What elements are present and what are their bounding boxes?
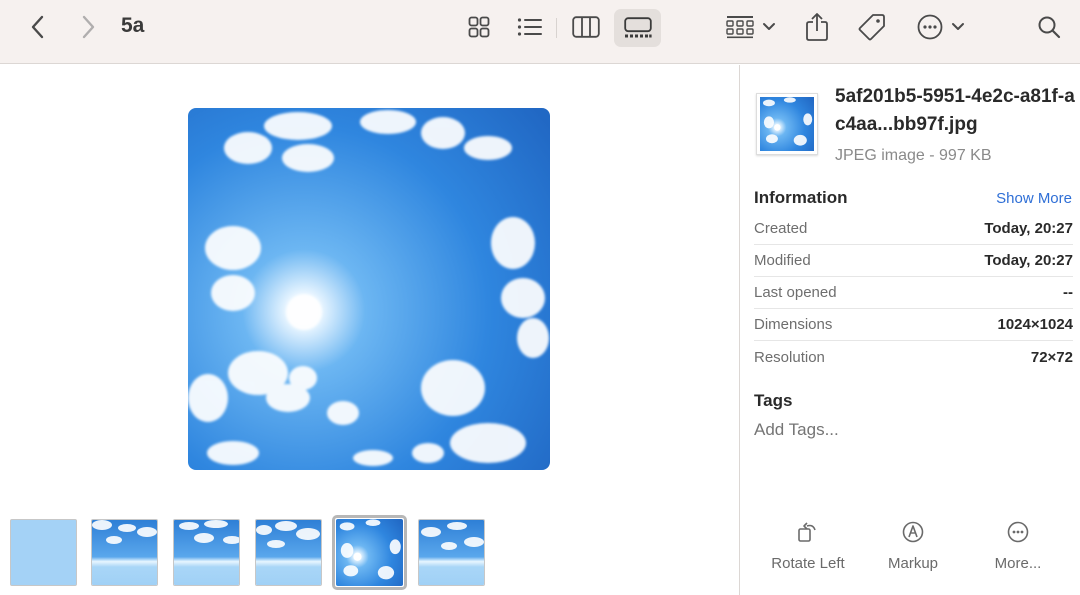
quick-actions: Rotate Left Markup More... [740, 517, 1080, 577]
chevron-right-icon [82, 15, 95, 39]
info-key: Dimensions [754, 316, 833, 333]
chevron-left-icon [31, 15, 44, 39]
add-tags-input[interactable] [754, 420, 1054, 440]
thumbnail-image [336, 519, 403, 586]
tag-icon [858, 14, 885, 41]
markup-button[interactable]: Markup [863, 517, 963, 572]
rotate-left-icon [798, 522, 816, 542]
toolbar: 5a [0, 0, 1080, 64]
more-icon [1007, 521, 1029, 543]
tag-button[interactable] [855, 10, 889, 44]
image-preview[interactable] [188, 108, 550, 470]
info-row-dimensions: Dimensions 1024×1024 [754, 309, 1073, 341]
share-icon [806, 13, 828, 41]
share-button[interactable] [801, 9, 833, 45]
thumbnail-6[interactable] [418, 519, 485, 586]
thumbnail-3[interactable] [173, 519, 240, 586]
info-row-created: Created Today, 20:27 [754, 213, 1073, 245]
group-button[interactable] [722, 11, 780, 43]
more-actions-label: More... [994, 555, 1042, 572]
thumbnail-image [174, 520, 239, 585]
sky-image [188, 108, 550, 470]
search-button[interactable] [1033, 11, 1065, 43]
thumbnail-image [92, 520, 157, 585]
markup-label: Markup [887, 555, 939, 572]
toolbar-separator [556, 18, 557, 38]
gallery-view-button[interactable] [614, 9, 661, 47]
thumbnail-2[interactable] [91, 519, 158, 586]
info-row-modified: Modified Today, 20:27 [754, 245, 1073, 277]
info-value: Today, 20:27 [984, 220, 1073, 237]
thumbnail-image [256, 520, 321, 585]
file-name: 5af201b5-5951-4e2c-a81f-ac4aa...bb97f.jp… [835, 86, 1075, 135]
info-key: Resolution [754, 348, 825, 366]
info-key: Last opened [754, 284, 837, 301]
thumbnail-4[interactable] [255, 519, 322, 586]
info-value: Today, 20:27 [984, 252, 1073, 269]
file-thumbnail-image [760, 97, 814, 151]
more-actions-button[interactable]: More... [968, 517, 1068, 572]
info-key: Modified [754, 252, 811, 269]
more-icon [917, 14, 943, 40]
gallery-pane [0, 65, 739, 595]
column-view-icon [572, 16, 600, 38]
list-view-icon [517, 18, 542, 36]
search-icon [1038, 16, 1061, 39]
information-table: Created Today, 20:27 Modified Today, 20:… [754, 213, 1073, 373]
chevron-down-icon [952, 23, 964, 30]
preview-inspector: 5af201b5-5951-4e2c-a81f-ac4aa...bb97f.jp… [740, 65, 1080, 595]
info-value: 1024×1024 [997, 316, 1074, 333]
group-icon [726, 16, 754, 39]
info-row-resolution: Resolution 72×72 [754, 341, 1073, 373]
markup-icon [902, 521, 924, 543]
file-kind: JPEG image - 997 KB [835, 147, 992, 164]
column-view-button[interactable] [567, 11, 605, 43]
information-heading: Information [754, 188, 848, 207]
thumbnail-strip [0, 515, 739, 595]
rotate-left-label: Rotate Left [771, 555, 845, 572]
info-key: Created [754, 220, 808, 237]
icon-view-button[interactable] [463, 11, 495, 43]
thumbnail-image [419, 520, 484, 585]
back-button[interactable] [22, 12, 54, 42]
gallery-view-icon [623, 17, 652, 38]
thumbnail-1[interactable] [10, 519, 77, 586]
rotate-left-button[interactable]: Rotate Left [758, 517, 858, 572]
grid-view-icon [468, 16, 490, 38]
action-button[interactable] [913, 11, 969, 43]
folder-title: 5a [121, 14, 145, 37]
chevron-down-icon [763, 23, 775, 30]
list-view-button[interactable] [513, 11, 547, 43]
forward-button[interactable] [72, 12, 104, 42]
info-value: 72×72 [1030, 348, 1073, 366]
show-more-link[interactable]: Show More [996, 190, 1072, 207]
thumbnail-5-selected[interactable] [332, 515, 407, 590]
file-thumbnail [756, 93, 818, 155]
info-value: -- [1063, 284, 1073, 301]
info-row-last-opened: Last opened -- [754, 277, 1073, 309]
tags-heading: Tags [754, 391, 793, 410]
